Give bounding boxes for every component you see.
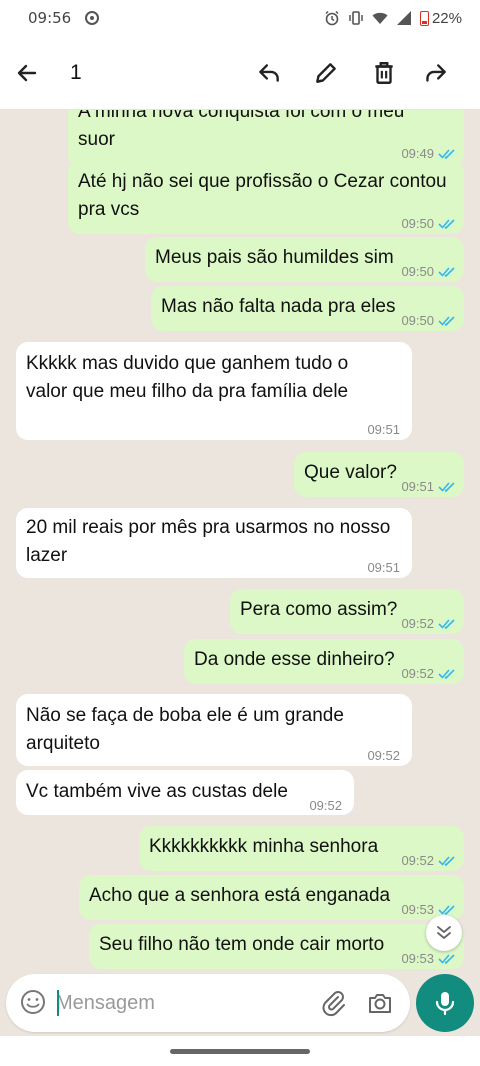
message-text-line: Pera como assim? — [240, 599, 398, 620]
message-meta: 09:52 — [401, 610, 456, 638]
trash-icon — [375, 62, 393, 84]
message-time: 09:51 — [401, 479, 434, 494]
read-ticks-icon — [438, 619, 455, 630]
signal-icon — [396, 11, 411, 25]
emoji-icon[interactable] — [20, 989, 46, 1015]
read-ticks-icon — [438, 149, 455, 160]
message-bubble-outgoing[interactable]: A minha nova conquista foi com o meu suo… — [68, 110, 464, 166]
pencil-icon — [316, 63, 336, 83]
vibrate-icon — [349, 11, 363, 25]
message-text-line: lazer — [26, 545, 68, 566]
read-ticks-icon — [438, 219, 455, 230]
arrow-back-icon — [17, 64, 37, 82]
microphone-icon — [435, 992, 455, 1016]
read-ticks-icon — [438, 856, 455, 867]
message-text-line: Kkkkk mas duvido que ganhem tudo o — [26, 353, 349, 374]
read-ticks-icon — [438, 316, 455, 327]
text-cursor — [57, 990, 59, 1016]
message-text-line: valor que meu filho da pra família dele — [26, 381, 349, 402]
message-time: 09:52 — [309, 798, 342, 813]
reply-button[interactable] — [246, 50, 292, 96]
message-text-line: pra vcs — [78, 199, 140, 220]
message-text-line: Mas não falta nada pra eles — [161, 296, 396, 317]
message-text-line: 20 mil reais por mês pra usarmos no noss… — [26, 517, 391, 538]
read-ticks-icon — [438, 267, 455, 278]
battery-indicator: 22% — [419, 9, 462, 27]
forward-button[interactable] — [412, 50, 458, 96]
message-time: 09:50 — [401, 264, 434, 279]
read-ticks-icon — [438, 482, 455, 493]
message-text-line: Da onde esse dinheiro? — [194, 649, 395, 670]
message-time: 09:52 — [367, 748, 400, 763]
reply-icon — [259, 64, 279, 82]
message-bubble-outgoing[interactable]: Seu filho não tem onde cair morto 09:53 — [89, 924, 464, 969]
attach-icon[interactable] — [320, 989, 348, 1017]
status-bar: 09:56 22% — [0, 0, 480, 36]
alarm-icon — [325, 10, 339, 26]
message-bubble-incoming[interactable]: Vc também vive as custas dele 09:52 — [16, 770, 354, 815]
voice-record-button[interactable] — [416, 974, 474, 1032]
scroll-to-bottom-button[interactable] — [426, 915, 462, 951]
message-bubble-outgoing[interactable]: Até hj não sei que profissão o Cezar con… — [68, 160, 464, 234]
message-text-line: arquiteto — [26, 733, 100, 754]
message-text-line: Meus pais são humildes sim — [155, 247, 394, 268]
message-text-line: A minha nova conquista foi com o meu — [78, 110, 405, 122]
edit-button[interactable] — [303, 50, 349, 96]
message-composer — [6, 974, 410, 1032]
battery-icon — [419, 10, 429, 26]
message-bubble-outgoing[interactable]: Kkkkkkkkkk minha senhora 09:52 — [139, 826, 464, 871]
double-chevron-down-icon — [437, 926, 451, 939]
message-text-line: Que valor? — [304, 462, 397, 483]
delete-button[interactable] — [361, 50, 407, 96]
message-time: 09:51 — [367, 422, 400, 437]
message-time: 09:52 — [401, 666, 434, 681]
message-bubble-outgoing[interactable]: Acho que a senhora está enganada 09:53 — [79, 875, 464, 920]
message-text-line: Seu filho não tem onde cair morto — [99, 934, 385, 955]
wifi-icon — [372, 12, 388, 24]
message-bubble-outgoing[interactable]: Da onde esse dinheiro? 09:52 — [184, 639, 464, 684]
forward-icon — [426, 64, 446, 82]
chat-messages[interactable]: A minha nova conquista foi com o meu suo… — [0, 110, 480, 970]
screen-record-icon — [85, 11, 100, 25]
message-meta: 09:51 — [401, 473, 456, 501]
message-text-line: Não se faça de boba ele é um grande — [26, 705, 344, 726]
message-bubble-outgoing[interactable]: Pera como assim? 09:52 — [230, 589, 464, 634]
message-text-line: Até hj não sei que profissão o Cezar con… — [78, 171, 447, 192]
system-nav-bar — [0, 1036, 480, 1066]
message-text-line: suor — [78, 129, 115, 150]
home-gesture-handle[interactable] — [170, 1049, 310, 1054]
message-text-line: Acho que a senhora está enganada — [89, 885, 391, 906]
message-meta: 09:50 — [401, 210, 456, 238]
message-bubble-outgoing[interactable]: Meus pais são humildes sim 09:50 — [145, 237, 464, 282]
camera-icon[interactable] — [366, 989, 394, 1017]
message-bubble-outgoing[interactable]: Que valor? 09:51 — [294, 452, 464, 497]
message-time: 09:51 — [367, 560, 400, 575]
message-bubble-incoming[interactable]: Não se faça de boba ele é um grande arqu… — [16, 694, 412, 766]
message-time: 09:50 — [401, 313, 434, 328]
battery-percent: 22% — [431, 9, 462, 27]
message-meta: 09:52 — [401, 660, 456, 688]
selected-count: 1 — [70, 61, 82, 84]
message-time: 09:52 — [401, 616, 434, 631]
read-ticks-icon — [438, 669, 455, 680]
read-ticks-icon — [438, 954, 455, 965]
message-bubble-outgoing[interactable]: Mas não falta nada pra eles 09:50 — [151, 286, 464, 331]
message-text-line: Kkkkkkkkkk minha senhora — [149, 836, 379, 857]
message-meta: 09:52 — [401, 847, 456, 875]
selection-toolbar: 1 — [0, 36, 480, 110]
message-bubble-incoming[interactable]: 20 mil reais por mês pra usarmos no noss… — [16, 508, 412, 578]
message-time: 09:50 — [401, 216, 434, 231]
message-input[interactable] — [56, 986, 306, 1020]
back-button[interactable] — [4, 50, 50, 96]
message-time: 09:52 — [401, 853, 434, 868]
status-time: 09:56 — [28, 9, 72, 27]
message-meta: 09:50 — [401, 258, 456, 286]
message-bubble-incoming[interactable]: Kkkkk mas duvido que ganhem tudo o valor… — [16, 342, 412, 440]
message-meta: 09:50 — [401, 307, 456, 335]
message-time: 09:53 — [401, 902, 434, 917]
message-time: 09:53 — [401, 951, 434, 966]
message-text-line: Vc também vive as custas dele — [26, 781, 288, 802]
